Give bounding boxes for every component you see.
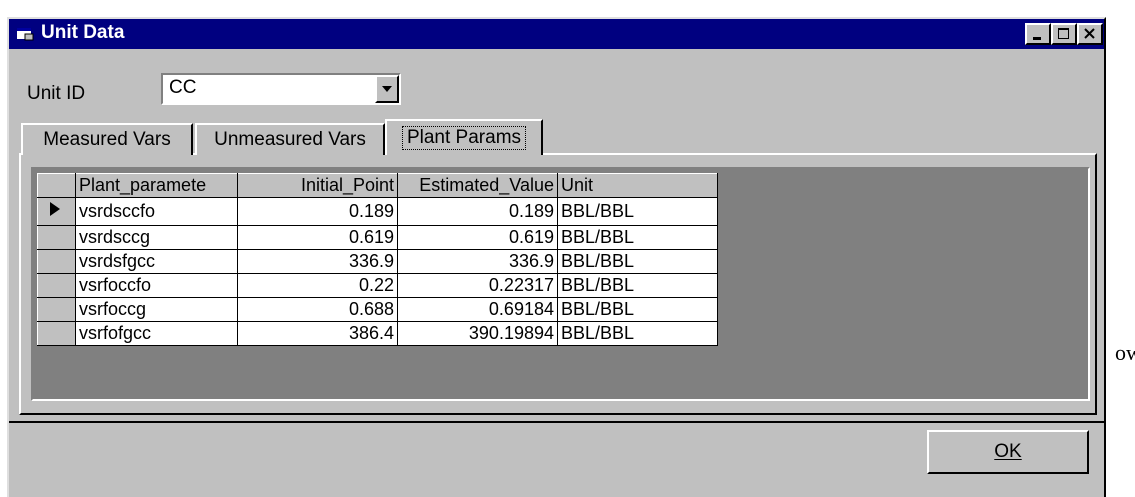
separator (9, 421, 1104, 423)
unit-cell[interactable]: BBL/BBL (557, 197, 718, 226)
window-title: Unit Data (41, 22, 125, 43)
unit-cell[interactable]: BBL/BBL (557, 273, 718, 298)
grid-header-row: Plant_paramete Initial_Point Estimated_V… (37, 173, 718, 198)
plant-parameter-cell[interactable]: vsrfoccfo (75, 273, 238, 298)
unit-id-combobox[interactable]: CC (161, 73, 401, 105)
column-header-estimated-value[interactable]: Estimated_Value (397, 173, 558, 198)
dropdown-arrow-icon (382, 86, 392, 92)
plant-parameter-cell[interactable]: vsrfofgcc (75, 321, 238, 346)
background-text: ow (1115, 340, 1135, 365)
table-row[interactable]: vsrfoccfo 0.22 0.22317 BBL/BBL (37, 273, 718, 298)
estimated-value-cell[interactable]: 0.619 (397, 225, 558, 250)
initial-point-cell[interactable]: 336.9 (237, 249, 398, 274)
minimize-button[interactable] (1025, 23, 1051, 45)
tab-unmeasured-vars[interactable]: Unmeasured Vars (195, 123, 385, 155)
table-row[interactable]: vsrfofgcc 386.4 390.19894 BBL/BBL (37, 321, 718, 346)
unit-id-dropdown-button[interactable] (375, 75, 399, 103)
column-header-unit[interactable]: Unit (557, 173, 718, 198)
tab-plant-params[interactable]: Plant Params (385, 119, 543, 155)
row-pointer-icon (50, 202, 60, 216)
plant-parameter-cell[interactable]: vsrdsccg (75, 225, 238, 250)
title-bar[interactable]: Unit Data (9, 19, 1104, 49)
initial-point-cell[interactable]: 0.619 (237, 225, 398, 250)
column-header-plant-parameter[interactable]: Plant_paramete (75, 173, 238, 198)
unit-cell[interactable]: BBL/BBL (557, 321, 718, 346)
estimated-value-cell[interactable]: 336.9 (397, 249, 558, 274)
unit-id-label: Unit ID (27, 83, 86, 104)
estimated-value-cell[interactable]: 0.189 (397, 197, 558, 226)
initial-point-cell[interactable]: 0.189 (237, 197, 398, 226)
maximize-icon (1058, 28, 1069, 39)
unit-data-window: Unit Data Unit ID CC Measured Vars Unmea… (7, 17, 1106, 497)
unit-cell[interactable]: BBL/BBL (557, 297, 718, 322)
maximize-button[interactable] (1051, 23, 1077, 45)
row-selector[interactable] (37, 297, 76, 322)
tab-label: Unmeasured Vars (214, 129, 366, 150)
row-selector[interactable] (37, 273, 76, 298)
unit-id-value: CC (169, 77, 197, 98)
initial-point-cell[interactable]: 0.688 (237, 297, 398, 322)
estimated-value-cell[interactable]: 390.19894 (397, 321, 558, 346)
table-row[interactable]: vsrdsccg 0.619 0.619 BBL/BBL (37, 225, 718, 250)
tab-label: Plant Params (401, 126, 527, 150)
plant-parameter-cell[interactable]: vsrdsfgcc (75, 249, 238, 274)
data-grid[interactable]: Plant_paramete Initial_Point Estimated_V… (31, 167, 1090, 401)
column-header-initial-point[interactable]: Initial_Point (237, 173, 398, 198)
table-row[interactable]: vsrdsfgcc 336.9 336.9 BBL/BBL (37, 249, 718, 274)
minimize-icon (1033, 37, 1041, 40)
unit-cell[interactable]: BBL/BBL (557, 225, 718, 250)
row-selector[interactable] (37, 321, 76, 346)
initial-point-cell[interactable]: 386.4 (237, 321, 398, 346)
close-icon (1084, 28, 1095, 39)
estimated-value-cell[interactable]: 0.22317 (397, 273, 558, 298)
row-selector[interactable] (37, 225, 76, 250)
initial-point-cell[interactable]: 0.22 (237, 273, 398, 298)
app-icon (17, 26, 35, 42)
estimated-value-cell[interactable]: 0.69184 (397, 297, 558, 322)
row-selector[interactable] (37, 249, 76, 274)
ok-button[interactable]: OK (927, 430, 1089, 474)
plant-parameter-cell[interactable]: vsrdsccfo (75, 197, 238, 226)
unit-cell[interactable]: BBL/BBL (557, 249, 718, 274)
plant-parameter-cell[interactable]: vsrfoccg (75, 297, 238, 322)
row-selector[interactable] (37, 197, 76, 226)
tab-measured-vars[interactable]: Measured Vars (21, 123, 193, 155)
grid-corner-cell (37, 173, 76, 198)
tab-label: Measured Vars (43, 129, 171, 150)
close-button[interactable] (1077, 23, 1103, 45)
table-row[interactable]: vsrfoccg 0.688 0.69184 BBL/BBL (37, 297, 718, 322)
ok-button-label: OK (994, 441, 1022, 462)
table-row[interactable]: vsrdsccfo 0.189 0.189 BBL/BBL (37, 197, 718, 226)
